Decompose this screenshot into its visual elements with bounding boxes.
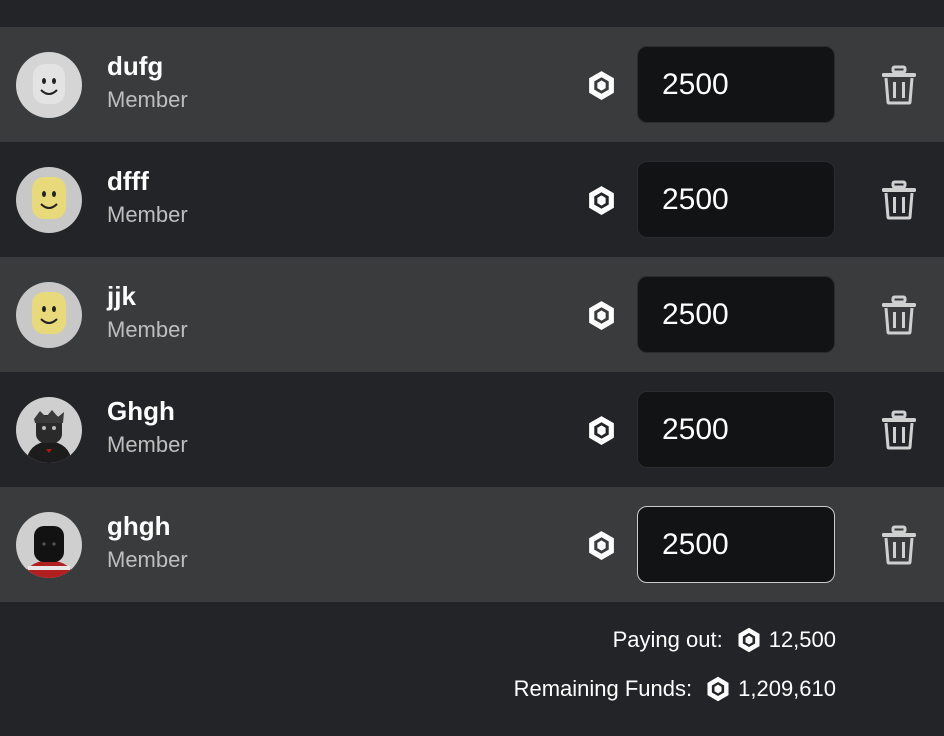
member-role: Member [107,547,188,572]
remaining-funds-label: Remaining Funds: [513,676,693,701]
amount-input[interactable] [637,161,835,238]
member-name: dufg [107,51,164,81]
avatar[interactable] [16,512,82,578]
avatar[interactable] [16,397,82,463]
robux-icon [738,627,760,653]
paying-out-label: Paying out: [612,627,723,652]
avatar[interactable] [16,282,82,348]
payout-member-list: dufg Member dfff Member [0,27,944,602]
remaining-funds-value: 1,209,610 [738,676,836,701]
classic-smiley-avatar-icon [16,52,82,118]
robux-icon [589,301,614,330]
remaining-funds-summary: Remaining Funds: 1,209,610 [514,675,836,703]
member-name: jjk [107,281,136,311]
trash-icon[interactable] [880,295,918,335]
member-role: Member [107,87,188,112]
trash-icon[interactable] [880,180,918,220]
dark-character-avatar-icon [16,512,82,578]
amount-input[interactable] [637,391,835,468]
trash-icon[interactable] [880,525,918,565]
member-row: ghgh Member [0,487,944,602]
member-row: jjk Member [0,257,944,372]
robux-icon [589,416,614,445]
amount-input[interactable] [637,276,835,353]
member-role: Member [107,317,188,342]
classic-smiley-avatar-icon [16,167,82,233]
robux-icon [707,676,729,702]
member-name: dfff [107,166,149,196]
member-row: dfff Member [0,142,944,257]
member-row: Ghgh Member [0,372,944,487]
classic-smiley-avatar-icon [16,282,82,348]
avatar[interactable] [16,52,82,118]
amount-input[interactable] [637,46,835,123]
robux-icon [589,186,614,215]
member-row: dufg Member [0,27,944,142]
member-name: ghgh [107,511,171,541]
dark-character-avatar-icon [16,397,82,463]
avatar[interactable] [16,167,82,233]
amount-input[interactable] [637,506,835,583]
member-name: Ghgh [107,396,175,426]
trash-icon[interactable] [880,65,918,105]
top-bar [0,0,944,27]
paying-out-value: 12,500 [768,627,836,652]
member-role: Member [107,432,188,457]
trash-icon[interactable] [880,410,918,450]
paying-out-summary: Paying out: 12,500 [613,626,836,654]
member-role: Member [107,202,188,227]
robux-icon [589,531,614,560]
robux-icon [589,71,614,100]
